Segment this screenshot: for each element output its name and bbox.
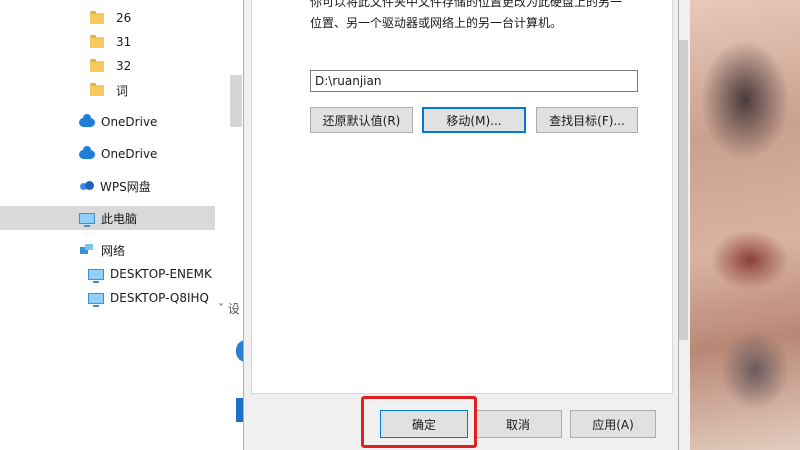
move-button[interactable]: 移动(M)... xyxy=(422,107,526,133)
computer-icon xyxy=(88,268,104,283)
folder-path-input[interactable] xyxy=(310,70,638,92)
desktop-wallpaper xyxy=(690,0,800,450)
description-line-1: 你可以将此文件夹中文件存储的位置更改为此硬盘上的另一 xyxy=(310,0,623,9)
folder-icon xyxy=(90,82,104,96)
navigation-pane: 26 31 32 词 OneDrive OneDrive WPS网盘 此电脑 网… xyxy=(0,0,215,450)
wallpaper-shade xyxy=(710,230,790,290)
nav-folder-ci[interactable]: 词 xyxy=(0,78,215,102)
nav-item-label: 32 xyxy=(116,59,132,73)
nav-this-pc[interactable]: 此电脑 xyxy=(0,206,215,230)
restore-default-button[interactable]: 还原默认值(R) xyxy=(310,107,413,133)
nav-folder-31[interactable]: 31 xyxy=(0,30,215,54)
nav-item-label: DESKTOP-Q8IHQ xyxy=(110,291,209,305)
properties-dialog: 你可以将此文件夹中文件存储的位置更改为此硬盘上的另一 位置、另一个驱动器或网络上… xyxy=(243,0,679,450)
nav-item-label: 26 xyxy=(116,11,132,25)
folder-icon xyxy=(90,34,104,48)
onedrive-cloud-icon xyxy=(79,145,95,159)
description-line-2: 位置、另一个驱动器或网络上的另一台计算机。 xyxy=(310,16,563,30)
network-icon xyxy=(80,244,94,256)
background-scrollbar-thumb[interactable] xyxy=(230,75,242,127)
computer-icon xyxy=(88,292,104,307)
nav-onedrive-1[interactable]: OneDrive xyxy=(0,110,215,134)
wallpaper-shade xyxy=(700,40,790,160)
nav-item-label: DESKTOP-ENEMK xyxy=(110,267,212,281)
nav-item-label: OneDrive xyxy=(101,147,158,161)
background-section-header: ˇ 设 xyxy=(218,302,240,316)
scrollbar-thumb[interactable] xyxy=(679,40,688,340)
folder-icon xyxy=(90,58,104,72)
nav-item-label: OneDrive xyxy=(101,115,158,129)
location-tab-panel: 你可以将此文件夹中文件存储的位置更改为此硬盘上的另一 位置、另一个驱动器或网络上… xyxy=(251,0,673,394)
nav-desktop-enemk[interactable]: DESKTOP-ENEMK xyxy=(0,262,215,286)
cancel-button[interactable]: 取消 xyxy=(474,410,562,438)
nav-network[interactable]: 网络 xyxy=(0,238,215,262)
ok-button-highlight xyxy=(361,396,477,448)
wps-cloud-icon xyxy=(80,181,94,191)
wallpaper-shade xyxy=(720,330,790,410)
nav-item-label: WPS网盘 xyxy=(100,179,151,194)
nav-onedrive-2[interactable]: OneDrive xyxy=(0,142,215,166)
nav-item-label: 31 xyxy=(116,35,132,49)
nav-folder-26[interactable]: 26 xyxy=(0,6,215,30)
this-pc-icon xyxy=(79,212,95,227)
nav-item-label: 此电脑 xyxy=(101,211,138,226)
location-description: 你可以将此文件夹中文件存储的位置更改为此硬盘上的另一 位置、另一个驱动器或网络上… xyxy=(310,0,650,34)
nav-item-label: 词 xyxy=(116,83,129,98)
nav-wps-drive[interactable]: WPS网盘 xyxy=(0,174,215,198)
nav-folder-32[interactable]: 32 xyxy=(0,54,215,78)
onedrive-cloud-icon xyxy=(79,113,95,127)
nav-desktop-q8ihq[interactable]: DESKTOP-Q8IHQ xyxy=(0,286,215,310)
find-target-button[interactable]: 查找目标(F)... xyxy=(536,107,638,133)
apply-button[interactable]: 应用(A) xyxy=(570,410,656,438)
nav-item-label: 网络 xyxy=(101,243,126,258)
folder-icon xyxy=(90,10,104,24)
